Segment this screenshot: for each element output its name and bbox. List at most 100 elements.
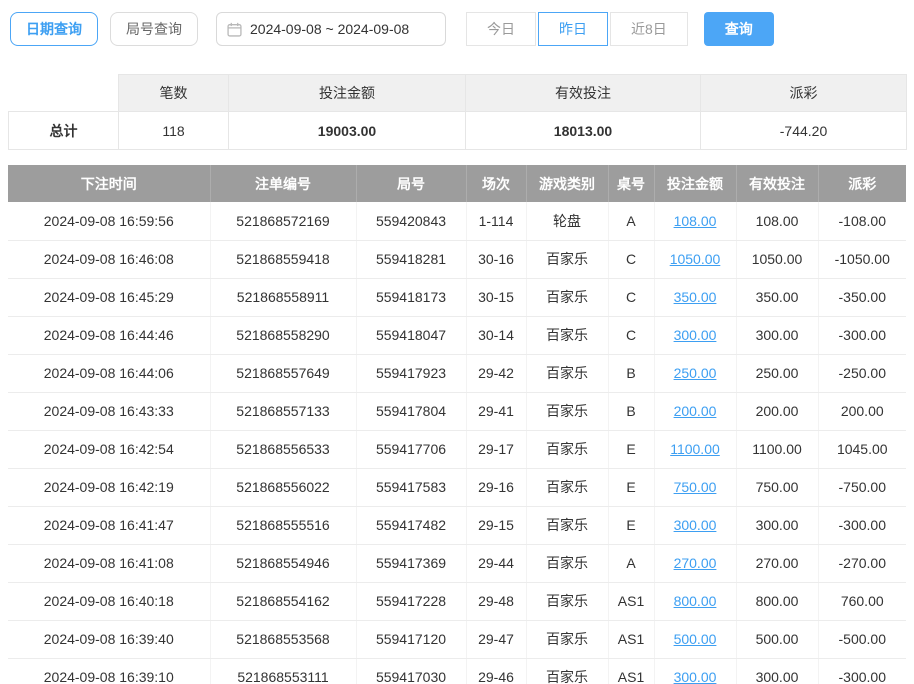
cell-game: 百家乐 — [526, 620, 608, 658]
cell-valid: 500.00 — [736, 620, 818, 658]
cell-table_no: C — [608, 240, 654, 278]
cell-game: 百家乐 — [526, 658, 608, 684]
cell-table_no: B — [608, 392, 654, 430]
date-range-input[interactable]: 2024-09-08 ~ 2024-09-08 — [216, 12, 446, 46]
yesterday-button[interactable]: 昨日 — [538, 12, 608, 46]
round-query-tab[interactable]: 局号查询 — [110, 12, 198, 46]
table-row: 2024-09-08 16:44:06521868557649559417923… — [8, 354, 906, 392]
bet-amount-link[interactable]: 300.00 — [674, 669, 717, 684]
cell-round_no: 559420843 — [356, 202, 466, 240]
column-header-round_no: 局号 — [356, 165, 466, 202]
cell-bet: 1050.00 — [654, 240, 736, 278]
cell-round_no: 559417583 — [356, 468, 466, 506]
cell-table_no: AS1 — [608, 658, 654, 684]
calendar-icon — [227, 22, 242, 37]
cell-bet: 270.00 — [654, 544, 736, 582]
cell-game: 百家乐 — [526, 544, 608, 582]
cell-payout: 760.00 — [818, 582, 906, 620]
bet-amount-link[interactable]: 200.00 — [674, 403, 717, 419]
cell-round_no: 559418281 — [356, 240, 466, 278]
date-query-tab[interactable]: 日期查询 — [10, 12, 98, 46]
cell-payout: -350.00 — [818, 278, 906, 316]
cell-session: 29-42 — [466, 354, 526, 392]
bet-amount-link[interactable]: 1100.00 — [670, 441, 720, 457]
cell-table_no: AS1 — [608, 620, 654, 658]
cell-valid: 300.00 — [736, 506, 818, 544]
cell-session: 29-47 — [466, 620, 526, 658]
cell-bet: 300.00 — [654, 506, 736, 544]
search-button[interactable]: 查询 — [704, 12, 774, 46]
bet-amount-link[interactable]: 1050.00 — [670, 251, 721, 267]
bet-amount-link[interactable]: 800.00 — [674, 593, 717, 609]
cell-payout: -250.00 — [818, 354, 906, 392]
cell-table_no: E — [608, 430, 654, 468]
cell-round_no: 559417923 — [356, 354, 466, 392]
cell-time: 2024-09-08 16:39:40 — [8, 620, 210, 658]
cell-bet_no: 521868572169 — [210, 202, 356, 240]
cell-round_no: 559417706 — [356, 430, 466, 468]
column-header-bet: 投注金额 — [654, 165, 736, 202]
summary-header-count: 笔数 — [119, 75, 229, 112]
cell-game: 百家乐 — [526, 506, 608, 544]
cell-payout: -300.00 — [818, 316, 906, 354]
cell-time: 2024-09-08 16:43:33 — [8, 392, 210, 430]
column-header-table_no: 桌号 — [608, 165, 654, 202]
cell-bet_no: 521868553568 — [210, 620, 356, 658]
cell-bet: 250.00 — [654, 354, 736, 392]
cell-time: 2024-09-08 16:46:08 — [8, 240, 210, 278]
column-header-payout: 派彩 — [818, 165, 906, 202]
column-header-time: 下注时间 — [8, 165, 210, 202]
cell-game: 百家乐 — [526, 278, 608, 316]
cell-bet_no: 521868553111 — [210, 658, 356, 684]
date-range-value: 2024-09-08 ~ 2024-09-08 — [250, 21, 409, 37]
cell-session: 1-114 — [466, 202, 526, 240]
bet-amount-link[interactable]: 350.00 — [674, 289, 717, 305]
cell-payout: -300.00 — [818, 506, 906, 544]
cell-payout: -300.00 — [818, 658, 906, 684]
bet-amount-link[interactable]: 500.00 — [674, 631, 717, 647]
cell-bet_no: 521868556533 — [210, 430, 356, 468]
cell-bet: 750.00 — [654, 468, 736, 506]
cell-time: 2024-09-08 16:39:10 — [8, 658, 210, 684]
cell-bet_no: 521868554162 — [210, 582, 356, 620]
summary-total-payout: -744.20 — [701, 112, 907, 150]
cell-bet_no: 521868555516 — [210, 506, 356, 544]
bet-amount-link[interactable]: 108.00 — [674, 213, 717, 229]
records-table-body: 2024-09-08 16:59:56521868572169559420843… — [8, 202, 906, 684]
cell-session: 29-44 — [466, 544, 526, 582]
cell-bet: 500.00 — [654, 620, 736, 658]
cell-table_no: B — [608, 354, 654, 392]
cell-game: 百家乐 — [526, 392, 608, 430]
bet-amount-link[interactable]: 270.00 — [674, 555, 717, 571]
cell-time: 2024-09-08 16:44:06 — [8, 354, 210, 392]
cell-valid: 108.00 — [736, 202, 818, 240]
summary-total-count: 118 — [119, 112, 229, 150]
bet-amount-link[interactable]: 300.00 — [674, 327, 717, 343]
today-button[interactable]: 今日 — [466, 12, 536, 46]
cell-time: 2024-09-08 16:59:56 — [8, 202, 210, 240]
cell-session: 29-41 — [466, 392, 526, 430]
cell-round_no: 559417804 — [356, 392, 466, 430]
cell-session: 29-17 — [466, 430, 526, 468]
cell-bet_no: 521868554946 — [210, 544, 356, 582]
last-8-days-button[interactable]: 近8日 — [610, 12, 688, 46]
cell-table_no: A — [608, 202, 654, 240]
bet-amount-link[interactable]: 250.00 — [674, 365, 717, 381]
cell-payout: -1050.00 — [818, 240, 906, 278]
summary-total-row: 总计 118 19003.00 18013.00 -744.20 — [9, 112, 907, 150]
column-header-bet_no: 注单编号 — [210, 165, 356, 202]
cell-bet_no: 521868556022 — [210, 468, 356, 506]
cell-session: 29-16 — [466, 468, 526, 506]
cell-bet: 300.00 — [654, 658, 736, 684]
bet-amount-link[interactable]: 300.00 — [674, 517, 717, 533]
cell-table_no: AS1 — [608, 582, 654, 620]
column-header-game: 游戏类别 — [526, 165, 608, 202]
cell-valid: 1100.00 — [736, 430, 818, 468]
table-row: 2024-09-08 16:42:54521868556533559417706… — [8, 430, 906, 468]
table-row: 2024-09-08 16:43:33521868557133559417804… — [8, 392, 906, 430]
bet-amount-link[interactable]: 750.00 — [674, 479, 717, 495]
cell-table_no: C — [608, 278, 654, 316]
cell-game: 百家乐 — [526, 430, 608, 468]
table-row: 2024-09-08 16:42:19521868556022559417583… — [8, 468, 906, 506]
summary-total-valid-bet: 18013.00 — [466, 112, 701, 150]
